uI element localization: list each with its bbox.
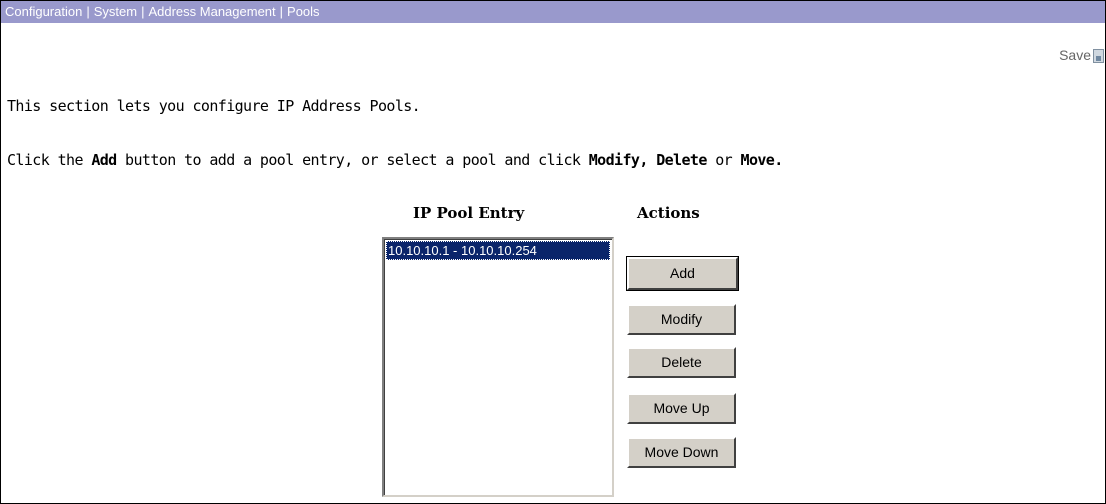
instructions-modify-word: Modify, xyxy=(588,151,649,169)
instructions-part2: button to add a pool entry, or select a … xyxy=(116,151,589,169)
pools-config-page: Configuration | System | Address Management |… xyxy=(0,0,1106,504)
instructions-part1: Click the xyxy=(7,151,92,169)
breadcrumb-separator: | xyxy=(279,4,284,19)
move-down-button[interactable]: Move Down xyxy=(627,437,736,468)
pool-list-header: IP Pool Entry xyxy=(413,204,525,222)
add-button[interactable]: Add xyxy=(626,256,739,291)
save-link[interactable]: Save xyxy=(1059,47,1091,63)
instructions-add-word: Add xyxy=(91,151,117,169)
instructions-part4: or xyxy=(706,151,741,169)
delete-button[interactable]: Delete xyxy=(627,347,736,378)
modify-button[interactable]: Modify xyxy=(627,304,736,335)
instructions-move-word: Move. xyxy=(740,151,784,169)
instructions-text: Click the Add button to add a pool entry… xyxy=(7,151,783,169)
breadcrumb-item-address-management[interactable]: Address Management xyxy=(148,4,275,19)
intro-text: This section lets you configure IP Addre… xyxy=(7,97,421,115)
pool-list-item[interactable]: 10.10.10.1 - 10.10.10.254 xyxy=(386,241,610,260)
actions-header: Actions xyxy=(637,204,700,222)
move-up-button[interactable]: Move Up xyxy=(627,393,736,424)
breadcrumb-item-pools[interactable]: Pools xyxy=(287,4,320,19)
breadcrumb-item-configuration[interactable]: Configuration xyxy=(5,4,82,19)
breadcrumb: Configuration | System | Address Management |… xyxy=(1,1,1105,23)
save-icon[interactable] xyxy=(1093,49,1104,63)
breadcrumb-separator: | xyxy=(86,4,90,19)
breadcrumb-separator: | xyxy=(141,4,145,19)
pool-list[interactable]: 10.10.10.1 - 10.10.10.254 xyxy=(382,237,614,497)
instructions-delete-word: Delete xyxy=(656,151,707,169)
instructions-part3 xyxy=(648,151,656,169)
breadcrumb-item-system[interactable]: System xyxy=(94,4,137,19)
